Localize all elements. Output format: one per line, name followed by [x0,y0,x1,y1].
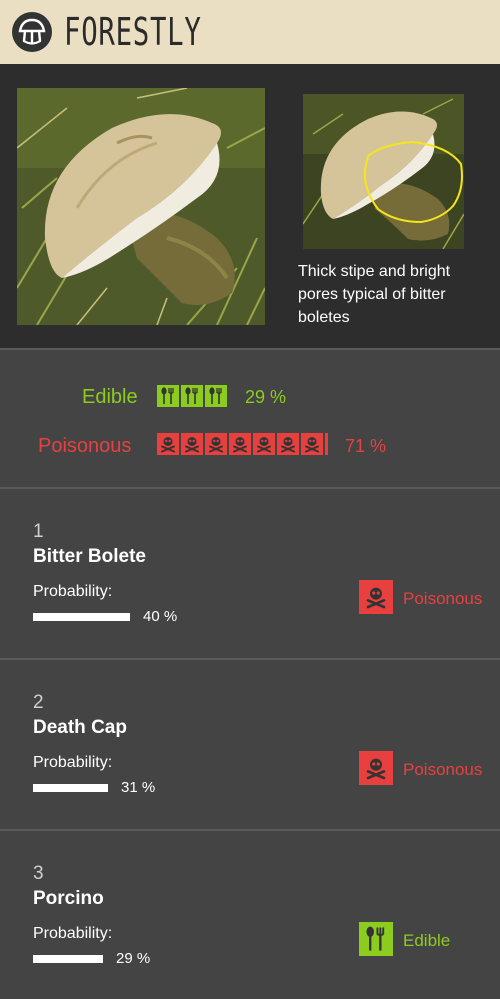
verdict-label: Poisonous [403,589,483,608]
result-card[interactable]: 1 Bitter Bolete Probability: 40 % Poison… [0,489,500,658]
probability-value: 31 % [121,779,156,796]
skull-crossbones-icon [205,433,227,455]
app-brand-title: FORESTLY [64,10,202,54]
verdict-label: Edible [403,931,451,950]
edible-meter [157,385,227,407]
mushroom-photo-detail[interactable] [303,94,464,249]
result-rank: 2 [33,692,44,713]
fork-spoon-icon [157,385,179,407]
edibility-summary: Edible 29 % Poisonous 71 % [0,350,500,487]
edible-summary-label: Edible [82,386,138,408]
app-header: FORESTLY [0,0,500,64]
fork-spoon-icon [181,385,203,407]
fork-spoon-icon [205,385,227,407]
skull-crossbones-icon [277,433,299,455]
result-card[interactable]: 3 Porcino Probability: 29 % Edible [0,831,500,999]
species-name[interactable]: Death Cap [33,716,127,740]
probability-label: Probability: [33,925,113,942]
skull-crossbones-icon [181,433,203,455]
probability-label: Probability: [33,583,113,600]
skull-crossbones-icon [359,751,393,785]
photo-section: Thick stipe and bright pores typical of … [0,64,500,348]
probability-label: Probability: [33,754,113,771]
meter-remainder [325,433,328,455]
photo-caption: Thick stipe and bright pores typical of … [298,263,451,326]
species-name[interactable]: Bitter Bolete [33,545,146,569]
result-rank: 3 [33,863,44,884]
fork-spoon-icon [359,922,393,956]
edible-summary-percent: 29 % [245,387,287,407]
poisonous-summary-label: Poisonous [38,435,132,457]
poisonous-meter [157,433,328,455]
probability-bar [33,613,130,621]
probability-value: 29 % [116,950,151,967]
poisonous-summary-percent: 71 % [345,436,387,456]
skull-crossbones-icon [157,433,179,455]
skull-crossbones-icon [253,433,275,455]
result-card[interactable]: 2 Death Cap Probability: 31 % Poisonous [0,660,500,829]
mushroom-logo-icon[interactable] [12,12,52,52]
skull-crossbones-icon [301,433,323,455]
skull-crossbones-icon [359,580,393,614]
result-rank: 1 [33,521,44,542]
skull-crossbones-icon [229,433,251,455]
probability-bar [33,784,108,792]
mushroom-photo-main[interactable] [17,88,265,325]
probability-value: 40 % [143,608,178,625]
species-name[interactable]: Porcino [33,887,104,911]
verdict-label: Poisonous [403,760,483,779]
probability-bar [33,955,103,963]
